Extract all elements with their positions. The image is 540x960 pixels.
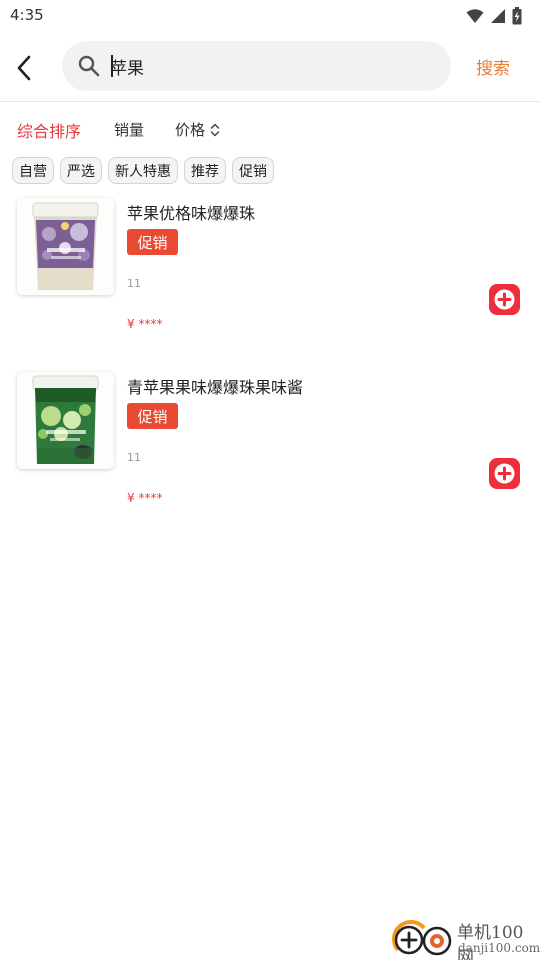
watermark: 单机100网 danji100.com — [390, 914, 540, 960]
tag-recommended[interactable]: 推荐 — [184, 157, 226, 184]
tag-promotion[interactable]: 促销 — [232, 157, 274, 184]
product-image[interactable] — [17, 198, 114, 295]
sort-price[interactable]: 价格 — [175, 119, 221, 140]
green-jar-icon — [17, 372, 114, 469]
product-image[interactable] — [17, 372, 114, 469]
promotion-badge: 促销 — [127, 403, 178, 429]
watermark-url: danji100.com — [458, 941, 540, 955]
sort-comprehensive[interactable]: 综合排序 — [17, 118, 81, 142]
battery-icon — [512, 7, 522, 25]
watermark-logo-icon — [392, 920, 452, 956]
status-bar: 4:35 — [0, 0, 540, 32]
wifi-icon — [466, 9, 484, 23]
status-icons — [466, 7, 522, 25]
sort-updown-icon — [210, 123, 220, 136]
search-input[interactable] — [110, 52, 430, 80]
product-price: ¥ **** — [127, 491, 163, 505]
status-time: 4:35 — [10, 6, 44, 24]
filter-tags: 自营 严选 新人特惠 推荐 促销 — [12, 157, 274, 184]
product-title: 苹果优格味爆爆珠 — [127, 204, 256, 223]
search-button[interactable]: 搜索 — [476, 54, 510, 79]
tag-self-operated[interactable]: 自营 — [12, 157, 54, 184]
product-card[interactable]: 青苹果果味爆爆珠果味酱 促销 11 ¥ **** — [0, 372, 540, 522]
text-cursor — [111, 55, 113, 77]
search-header: 搜索 — [0, 36, 540, 102]
promotion-badge: 促销 — [127, 229, 178, 255]
tag-selected[interactable]: 严选 — [60, 157, 102, 184]
back-arrow-icon — [17, 55, 31, 81]
sort-bar: 综合排序 销量 价格 — [0, 116, 540, 144]
sort-price-label: 价格 — [175, 121, 206, 139]
search-box[interactable] — [62, 41, 451, 91]
sort-sales[interactable]: 销量 — [114, 119, 144, 140]
add-to-cart-button[interactable] — [489, 458, 520, 489]
tag-new-user-deal[interactable]: 新人特惠 — [108, 157, 178, 184]
add-to-cart-button[interactable] — [489, 284, 520, 315]
signal-icon — [491, 9, 505, 23]
plus-icon — [494, 289, 515, 310]
purple-jar-icon — [17, 198, 114, 295]
product-card[interactable]: 苹果优格味爆爆珠 促销 11 ¥ **** — [0, 198, 540, 348]
product-price: ¥ **** — [127, 317, 163, 331]
plus-icon — [494, 463, 515, 484]
product-sales: 11 — [127, 451, 141, 464]
back-button[interactable] — [8, 48, 40, 88]
product-title: 青苹果果味爆爆珠果味酱 — [127, 378, 304, 397]
search-icon — [78, 55, 100, 77]
product-sales: 11 — [127, 277, 141, 290]
